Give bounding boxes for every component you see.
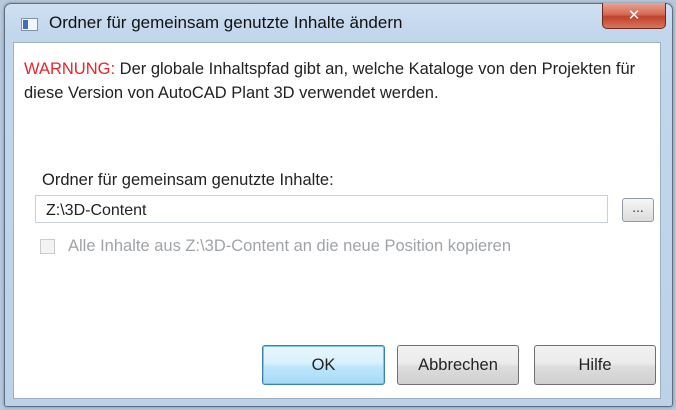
dialog-title: Ordner für gemeinsam genutzte Inhalte än… xyxy=(49,13,403,32)
browse-button[interactable]: ... xyxy=(622,198,654,222)
warning-text: Der globale Inhaltspfad gibt an, welche … xyxy=(24,60,636,102)
dialog-content: WARNUNG: Der globale Inhaltspfad gibt an… xyxy=(13,42,661,399)
ok-button[interactable]: OK xyxy=(262,345,385,385)
warning-label: WARNUNG: xyxy=(24,60,116,78)
dialog-window: Ordner für gemeinsam genutzte Inhalte än… xyxy=(4,3,673,407)
close-icon: ✕ xyxy=(627,6,641,24)
cancel-button[interactable]: Abbrechen xyxy=(397,345,519,385)
title-bar[interactable]: Ordner für gemeinsam genutzte Inhalte än… xyxy=(5,3,672,42)
folder-path-input[interactable] xyxy=(35,195,608,223)
close-button[interactable]: ✕ xyxy=(602,3,666,29)
help-button[interactable]: Hilfe xyxy=(534,345,656,385)
copy-content-checkbox xyxy=(40,239,55,254)
warning-message: WARNUNG: Der globale Inhaltspfad gibt an… xyxy=(24,57,652,105)
copy-content-label: Alle Inhalte aus Z:\3D-Content an die ne… xyxy=(68,237,512,255)
app-window-icon xyxy=(21,18,38,31)
folder-field-label: Ordner für gemeinsam genutzte Inhalte: xyxy=(42,171,334,189)
